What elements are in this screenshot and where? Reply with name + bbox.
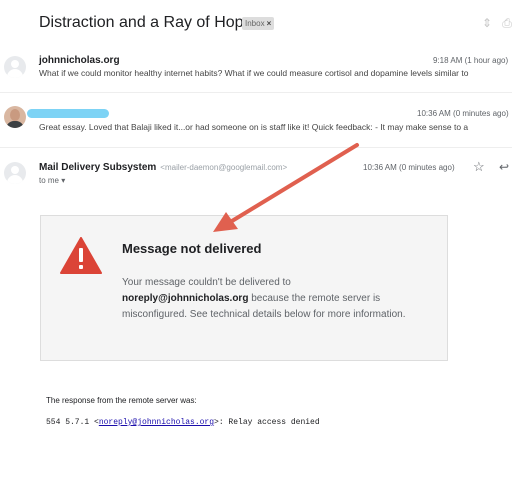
divider [0,92,512,93]
response-code-suffix: >: Relay access denied [214,418,320,427]
sender-name: Mail Delivery Subsystem <mailer-daemon@go… [39,162,287,173]
sender-display-name: Mail Delivery Subsystem [39,162,157,173]
remove-label-icon[interactable]: × [267,19,272,28]
divider [0,147,512,148]
response-code-prefix: 554 5.7.1 < [46,418,99,427]
error-description: Your message couldn't be delivered to no… [122,275,422,323]
recipient-email-link[interactable]: noreply@johnnicholas.org [99,418,214,427]
subject-row: Distraction and a Ray of Hope Inbox × ⇕ ⎙ [0,0,512,46]
avatar [4,56,26,78]
sender-email: <mailer-daemon@googlemail.com> [160,163,288,172]
inbox-label-text: Inbox [245,19,265,28]
recipient-dropdown-icon[interactable]: ▾ [61,176,65,185]
recipient-details[interactable]: to me ▾ [39,176,65,185]
message-time: 10:36 AM (0 minutes ago) [417,109,509,118]
avatar [4,106,26,128]
reply-icon[interactable]: ↩ [499,160,509,174]
expand-collapse-icon[interactable]: ⇕ [480,16,494,30]
message-time: 9:18 AM (1 hour ago) [433,56,509,65]
error-title: Message not delivered [122,241,262,256]
recipient-text: to me [39,176,60,185]
failed-recipient-address: noreply@johnnicholas.org [122,293,249,304]
message-snippet: Great essay. Loved that Balaji liked it.… [39,122,469,132]
error-body-prefix: Your message couldn't be delivered to [122,277,291,288]
message-snippet: What if we could monitor healthy interne… [39,68,469,78]
inbox-label-badge[interactable]: Inbox × [242,17,275,30]
print-icon[interactable]: ⎙ [502,16,512,30]
response-label: The response from the remote server was: [46,396,197,405]
star-icon[interactable]: ☆ [473,160,485,174]
sender-name: johnnicholas.org [39,55,120,66]
avatar [4,162,26,184]
message-time: 10:36 AM (0 minutes ago) [363,163,455,172]
redacted-sender-name [27,109,109,118]
server-response-code: 554 5.7.1 <noreply@johnnicholas.org>: Re… [46,418,320,427]
warning-icon [60,237,102,274]
email-subject: Distraction and a Ray of Hope [39,14,253,31]
